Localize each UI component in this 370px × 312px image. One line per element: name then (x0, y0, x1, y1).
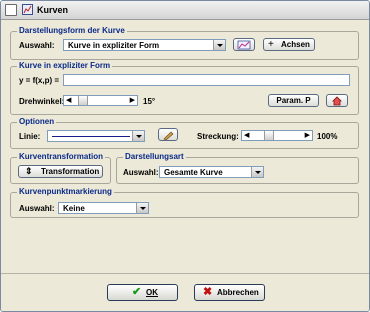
representation-select-label: Auswahl: (19, 41, 55, 50)
marking-select-value: Keine (63, 204, 85, 213)
line-label: Linie: (19, 132, 41, 141)
function-input[interactable] (63, 74, 350, 86)
ok-button-label: OK (146, 288, 158, 297)
chevron-down-icon[interactable] (132, 131, 144, 141)
home-icon (332, 96, 342, 106)
line-style-select[interactable] (47, 130, 145, 142)
transformation-button[interactable]: ⇕ Transformation (18, 165, 103, 178)
marking-select[interactable]: Keine (58, 202, 149, 214)
rotation-slider-thumb[interactable] (78, 96, 88, 105)
chevron-down-icon[interactable] (213, 40, 225, 50)
marking-legend: Kurvenpunktmarkierung (17, 187, 114, 197)
check-icon: ✔ (132, 286, 142, 298)
pen-button[interactable] (158, 128, 178, 141)
footer-bar (1, 273, 369, 311)
stretch-slider-thumb[interactable] (264, 131, 274, 140)
rotation-slider[interactable]: ◀ ▶ (63, 95, 138, 106)
param-button[interactable]: Param. P (268, 94, 319, 107)
transformation-button-label: Transformation (41, 167, 100, 176)
display-legend: Darstellungsart (123, 152, 186, 162)
curves-dialog: Kurven Darstellungsform der Kurve Auswah… (0, 0, 370, 312)
app-icon (22, 4, 33, 15)
param-button-label: Param. P (276, 96, 311, 105)
display-select[interactable]: Gesamte Kurve (159, 166, 264, 178)
title-bar: Kurven (1, 1, 369, 20)
chart-button[interactable] (233, 38, 255, 51)
rotation-value: 15° (143, 97, 156, 106)
cancel-button[interactable]: ✖ Abbrechen (194, 284, 265, 301)
window-menu-icon[interactable] (5, 4, 17, 16)
chevron-down-icon[interactable] (136, 203, 148, 213)
representation-legend: Darstellungsform der Kurve (17, 26, 127, 36)
line-style-preview (52, 136, 130, 137)
representation-select[interactable]: Kurve in expliziter Form (63, 39, 226, 51)
cancel-icon: ✖ (203, 286, 213, 298)
stretch-label: Streckung: (197, 132, 239, 141)
stretch-slider[interactable]: ◀ ▶ (241, 130, 313, 141)
marking-select-label: Auswahl: (19, 204, 55, 213)
slider-right-arrow-icon[interactable]: ▶ (130, 97, 135, 105)
home-button[interactable] (326, 94, 348, 107)
transform-legend: Kurventransformation (17, 152, 106, 162)
ok-button[interactable]: ✔ OK (107, 284, 178, 301)
explicit-legend: Kurve in expliziter Form (17, 61, 113, 71)
chevron-down-icon[interactable] (251, 167, 263, 177)
axes-button-label: Achsen (281, 40, 310, 49)
display-select-label: Auswahl: (123, 168, 159, 177)
slider-right-arrow-icon[interactable]: ▶ (305, 132, 310, 140)
plus-icon: + (268, 39, 274, 50)
cancel-button-label: Abbrechen (217, 288, 259, 297)
slider-left-arrow-icon[interactable]: ◀ (244, 132, 249, 140)
slider-left-arrow-icon[interactable]: ◀ (66, 97, 71, 105)
window-title: Kurven (37, 5, 69, 15)
representation-select-value: Kurve in expliziter Form (68, 41, 160, 50)
options-legend: Optionen (17, 117, 57, 127)
stretch-value: 100% (317, 132, 338, 141)
chart-icon (237, 40, 251, 50)
axes-button[interactable]: + Achsen (263, 38, 315, 51)
function-label: y = f(x,p) = (19, 76, 60, 85)
transform-icon: ⇕ (25, 166, 33, 176)
rotation-label: Drehwinkel: (19, 97, 65, 106)
display-select-value: Gesamte Kurve (164, 168, 223, 177)
pen-icon (163, 131, 174, 141)
